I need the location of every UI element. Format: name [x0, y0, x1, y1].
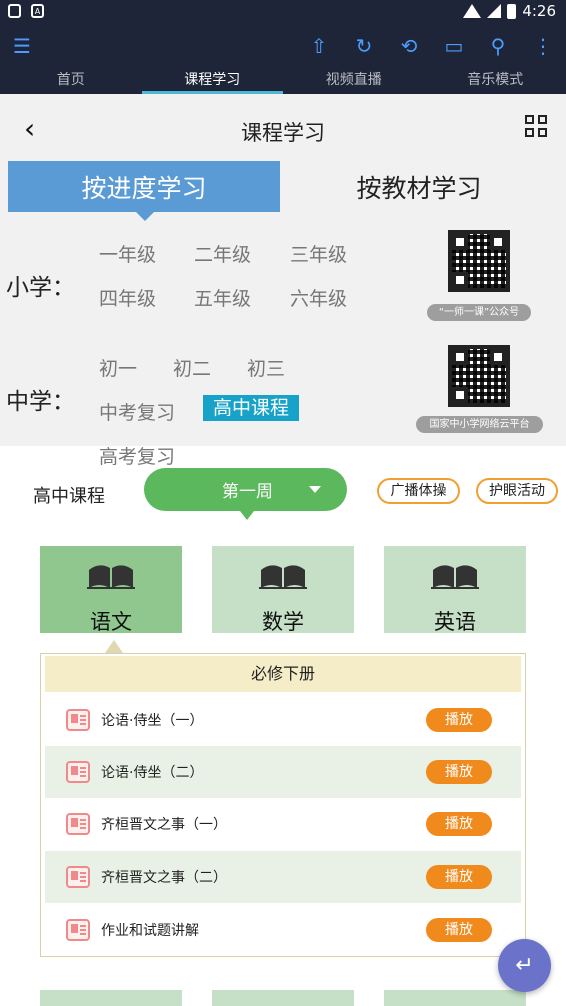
- lesson-row[interactable]: 齐桓晋文之事（二） 播放: [45, 851, 521, 903]
- subject-card-peek[interactable]: [212, 990, 354, 1006]
- wifi-icon: [463, 4, 482, 18]
- shirt-icon[interactable]: ⇧: [306, 34, 332, 58]
- more-icon[interactable]: ⋮: [530, 34, 556, 58]
- subject-name: 数学: [262, 610, 304, 634]
- lesson-doc-icon: [66, 919, 90, 941]
- rotate-icon[interactable]: ⟲: [396, 34, 422, 58]
- qr-caption-wechat: “一师一课”公众号: [427, 304, 531, 321]
- broadcast-exercise-button[interactable]: 广播体操: [377, 478, 460, 504]
- lesson-doc-icon: [66, 761, 90, 783]
- page-title: 课程学习: [241, 121, 325, 145]
- segment-by-progress[interactable]: 按进度学习: [8, 161, 280, 221]
- eye-exercise-button[interactable]: 护眼活动: [476, 478, 558, 504]
- segment-by-textbook[interactable]: 按教材学习: [284, 161, 554, 212]
- grade-button[interactable]: 四年级: [99, 284, 156, 311]
- shield-status-icon: [8, 4, 21, 18]
- lesson-title: 论语·侍坐（二）: [101, 765, 204, 781]
- grade-button[interactable]: 初二: [173, 354, 211, 381]
- book-icon: [259, 565, 307, 589]
- book-icon: [431, 565, 479, 589]
- subject-card-english[interactable]: 英语: [384, 546, 526, 634]
- primary-school-label: 小学：: [6, 275, 75, 301]
- tab-music-mode[interactable]: 音乐模式: [425, 68, 566, 94]
- grade-button[interactable]: 初三: [247, 354, 285, 381]
- play-button[interactable]: 播放: [426, 760, 492, 784]
- return-fab-button[interactable]: ↵: [498, 939, 551, 992]
- qr-code-wechat: [448, 230, 510, 292]
- grade-button[interactable]: 高考复习: [99, 442, 175, 469]
- tab-course-study[interactable]: 课程学习: [141, 68, 284, 94]
- grade-button-selected[interactable]: 高中课程: [203, 395, 300, 421]
- lesson-row[interactable]: 齐桓晋文之事（一） 播放: [45, 798, 521, 850]
- grade-button[interactable]: 一年级: [99, 240, 156, 267]
- book-icon: [87, 565, 135, 589]
- monitor-icon[interactable]: ▭: [441, 34, 467, 58]
- search-icon[interactable]: ⚲: [485, 34, 511, 58]
- course-label: 高中课程: [33, 486, 105, 507]
- lesson-title: 齐桓晋文之事（二）: [101, 870, 227, 886]
- grade-button[interactable]: 五年级: [194, 284, 251, 311]
- a-status-icon: A: [31, 4, 44, 18]
- menu-icon[interactable]: ☰: [9, 34, 35, 58]
- week-dropdown-value: 第一周: [222, 482, 273, 502]
- lesson-doc-icon: [66, 866, 90, 888]
- grade-button[interactable]: 六年级: [290, 284, 347, 311]
- play-button[interactable]: 播放: [426, 918, 492, 942]
- tab-live-video[interactable]: 视频直播: [283, 68, 425, 94]
- status-bar: A 4:26: [0, 0, 566, 24]
- grade-button[interactable]: 三年级: [290, 240, 347, 267]
- grade-button[interactable]: 中考复习: [99, 398, 175, 425]
- subject-card-math[interactable]: 数学: [212, 546, 354, 634]
- grade-button[interactable]: 初一: [99, 354, 137, 381]
- lesson-row[interactable]: 论语·侍坐（二） 播放: [45, 746, 521, 798]
- lesson-list-panel: 必修下册 论语·侍坐（一） 播放 论语·侍坐（二） 播放 齐桓晋文之事（一） 播…: [40, 653, 526, 957]
- chevron-down-icon: [309, 486, 321, 493]
- refresh-icon[interactable]: ↻: [351, 34, 377, 58]
- lesson-title: 齐桓晋文之事（一）: [101, 817, 227, 833]
- subject-name: 英语: [434, 610, 476, 634]
- battery-icon: [507, 3, 517, 19]
- qr-caption-platform: 国家中小学网络云平台: [416, 416, 543, 433]
- lesson-row[interactable]: 论语·侍坐（一） 播放: [45, 694, 521, 746]
- tab-home[interactable]: 首页: [0, 68, 142, 94]
- return-icon: ↵: [515, 953, 534, 978]
- app-bar: ☰ ⇧ ↻ ⟲ ▭ ⚲ ⋮: [0, 24, 566, 68]
- lesson-doc-icon: [66, 813, 90, 835]
- subject-card-chinese[interactable]: 语文: [40, 546, 182, 634]
- week-dropdown[interactable]: 第一周: [144, 468, 347, 520]
- lesson-list-header: 必修下册: [45, 656, 521, 692]
- grid-icon[interactable]: [525, 115, 547, 137]
- subject-card-peek[interactable]: [40, 990, 182, 1006]
- lesson-row[interactable]: 作业和试题讲解 播放: [45, 904, 521, 956]
- subject-name: 语文: [90, 610, 132, 634]
- grade-button[interactable]: 二年级: [194, 240, 251, 267]
- signal-icon: [487, 4, 502, 18]
- lesson-title: 论语·侍坐（一）: [101, 713, 204, 729]
- top-tabs: 首页 课程学习 视频直播 音乐模式: [0, 68, 566, 94]
- lesson-doc-icon: [66, 709, 90, 731]
- middle-school-label: 中学：: [6, 389, 75, 415]
- play-button[interactable]: 播放: [426, 708, 492, 732]
- selected-subject-pointer: [105, 640, 123, 653]
- play-button[interactable]: 播放: [426, 812, 492, 836]
- play-button[interactable]: 播放: [426, 865, 492, 889]
- subject-card-peek[interactable]: [384, 990, 526, 1006]
- lesson-title: 作业和试题讲解: [101, 923, 199, 939]
- status-time: 4:26: [522, 2, 556, 20]
- qr-code-platform: [448, 345, 510, 407]
